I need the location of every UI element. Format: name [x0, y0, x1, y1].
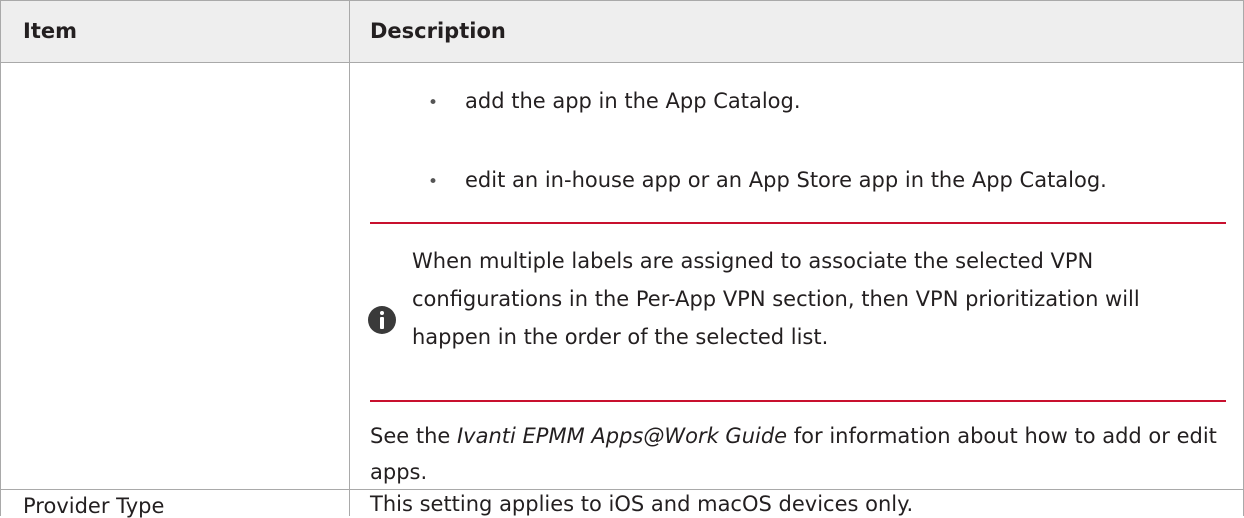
bullet-2-text: edit an in-house app or an App Store app…: [465, 168, 1107, 192]
header-description: Description: [370, 19, 506, 43]
table-header-row: Item Description: [1, 0, 1243, 63]
bullet-1-marker: •: [428, 93, 439, 113]
see-also-text: See the Ivanti EPMM Apps@Work Guide for …: [370, 418, 1220, 490]
bullet-2-marker: •: [428, 172, 439, 192]
note-bottom-rule: [370, 400, 1226, 402]
note-text: When multiple labels are assigned to ass…: [412, 249, 1140, 349]
note-top-rule: [370, 222, 1226, 224]
bullet-1-text: add the app in the App Catalog.: [465, 89, 801, 113]
see-also-prefix: See the: [370, 424, 457, 448]
header-item: Item: [23, 19, 77, 43]
row-provider-type-item: Provider Type: [23, 494, 165, 518]
row-divider: [1, 489, 1243, 490]
row-provider-type-description: This setting applies to iOS and macOS de…: [370, 492, 914, 516]
info-icon: [368, 306, 396, 334]
column-divider: [349, 0, 350, 516]
settings-table: Item Description • add the app in the Ap…: [0, 0, 1244, 518]
guide-title-link: Ivanti EPMM Apps@Work Guide: [456, 424, 788, 448]
